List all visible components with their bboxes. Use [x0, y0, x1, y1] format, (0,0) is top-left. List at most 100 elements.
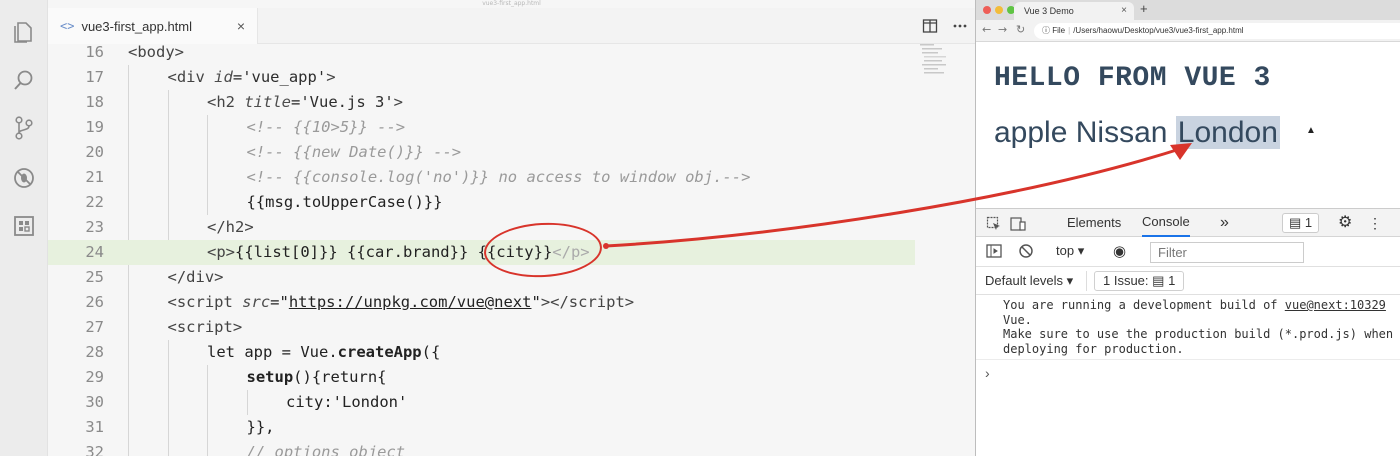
code-line[interactable]: 29 setup(){return{	[48, 365, 915, 390]
line-number: 32	[85, 443, 104, 456]
editor-tab[interactable]: <> vue3-first_app.html ×	[48, 8, 258, 44]
levels-dropdown[interactable]: Default levels ▾	[985, 273, 1073, 289]
line-number: 18	[85, 93, 104, 111]
code-line[interactable]: 32 // options object	[48, 440, 915, 456]
source-control-icon[interactable]	[10, 114, 38, 142]
code-line[interactable]: 26 <script src="https://unpkg.com/vue@nex…	[48, 290, 915, 315]
close-window-button[interactable]	[983, 6, 991, 14]
split-editor-icon[interactable]	[922, 18, 938, 34]
code-text: <script src="https://unpkg.com/vue@next"…	[167, 293, 635, 311]
more-tabs-icon[interactable]: »	[1220, 209, 1229, 237]
console-levels-bar: Default levels ▾ 1 Issue: ▤ 1	[976, 267, 1400, 295]
code-line[interactable]: 16 <body>	[48, 40, 915, 65]
code-text: </div>	[167, 268, 224, 286]
line-number: 24	[85, 243, 104, 261]
reload-icon[interactable]: ↻	[1016, 23, 1025, 36]
tab-elements[interactable]: Elements	[1067, 209, 1121, 237]
browser-toolbar: ← → ↻ ⓘ File |/Users/haowu/Desktop/vue3/v…	[976, 20, 1400, 42]
browser-tab[interactable]: Vue 3 Demo ×	[1014, 2, 1134, 20]
code-line[interactable]: 24 <p>{{list[0]}} {{car.brand}} {{city}}<…	[48, 240, 915, 265]
line-number: 17	[85, 68, 104, 86]
url-scheme: File	[1052, 26, 1066, 35]
search-icon[interactable]	[10, 66, 38, 94]
code-text: <div id='vue_app'>	[167, 68, 336, 86]
inspect-element-icon[interactable]	[986, 209, 1002, 237]
code-text: <!-- {{10>5}} -->	[246, 118, 406, 136]
line-number: 28	[85, 343, 104, 361]
code-line[interactable]: 19 <!-- {{10>5}} -->	[48, 115, 915, 140]
browser-tab-title: Vue 3 Demo	[1024, 6, 1074, 16]
console-message-line: You are running a development build of	[1003, 298, 1285, 312]
clear-console-icon[interactable]	[1018, 243, 1034, 262]
code-line[interactable]: 22 {{msg.toUpperCase()}}	[48, 190, 915, 215]
editor-tab-bar: <> vue3-first_app.html ×	[48, 8, 975, 44]
code-line[interactable]: 21 <!-- {{console.log('no')}} no access t…	[48, 165, 915, 190]
code-text: <!-- {{new Date()}} -->	[246, 143, 462, 161]
new-tab-button[interactable]: +	[1140, 1, 1148, 16]
context-selector[interactable]: top ▾	[1056, 243, 1084, 259]
console-prompt[interactable]: ›	[985, 365, 990, 381]
code-line[interactable]: 17 <div id='vue_app'>	[48, 65, 915, 90]
code-text: // options object	[246, 443, 406, 456]
code-line[interactable]: 28 let app = Vue.createApp({	[48, 340, 915, 365]
code-line[interactable]: 31}},	[48, 415, 915, 440]
editor-tab-label: vue3-first_app.html	[81, 18, 193, 34]
code-text: setup(){return{	[246, 368, 387, 386]
debug-icon[interactable]	[10, 164, 38, 192]
console-message-line: Vue.	[1003, 312, 1032, 327]
device-toolbar-icon[interactable]	[1010, 209, 1026, 237]
page-para-text: apple Nissan	[994, 116, 1176, 149]
tab-console[interactable]: Console	[1142, 209, 1190, 237]
devtools-tabbar: Elements Console » ▤ 1 ⚙ ⋮	[976, 209, 1400, 237]
issues-button-label: 1 Issue:	[1103, 273, 1149, 288]
code-line[interactable]: 20 <!-- {{new Date()}} -->	[48, 140, 915, 165]
sidebar-toggle-icon[interactable]	[986, 243, 1002, 262]
code-text: <body>	[128, 43, 184, 61]
line-number: 31	[85, 418, 104, 436]
line-number: 22	[85, 193, 104, 211]
info-icon: ⓘ	[1042, 26, 1050, 35]
code-text: <h2 title='Vue.js 3'>	[207, 93, 404, 111]
browser-window: Vue 3 Demo × + ← → ↻ ⓘ File |/Users/haowu…	[975, 0, 1400, 456]
line-number: 30	[85, 393, 104, 411]
filter-input[interactable]: Filter	[1150, 242, 1304, 263]
settings-gear-icon[interactable]: ⚙	[1338, 209, 1352, 237]
eye-icon[interactable]: ◉	[1113, 242, 1126, 260]
page-paragraph: apple Nissan London	[994, 114, 1280, 152]
console-message: You are running a development build of v…	[976, 298, 1400, 360]
mouse-cursor-icon: ▲	[1306, 125, 1316, 136]
line-number: 16	[85, 43, 104, 61]
devtools-panel: Elements Console » ▤ 1 ⚙ ⋮ top ▾ ◉ Filte…	[976, 208, 1400, 456]
message-icon: ▤	[1289, 215, 1302, 230]
kebab-menu-icon[interactable]: ⋮	[1368, 209, 1382, 237]
divider	[1086, 271, 1087, 291]
back-icon[interactable]: ←	[982, 23, 991, 36]
browser-titlebar: Vue 3 Demo × +	[976, 0, 1400, 20]
console-source-link[interactable]: vue@next:10329	[1285, 298, 1386, 312]
code-line[interactable]: 23 </h2>	[48, 215, 915, 240]
line-number: 20	[85, 143, 104, 161]
window-title: vue3-first_app.html	[482, 0, 541, 7]
levels-label: Default levels	[985, 273, 1064, 288]
code-line[interactable]: 30 city:'London'	[48, 390, 915, 415]
issues-badge[interactable]: ▤ 1	[1282, 213, 1320, 233]
activity-bar	[0, 0, 48, 456]
console-toolbar: top ▾ ◉ Filter	[976, 237, 1400, 267]
console-message-line: Make sure to use the production build (*…	[1003, 327, 1394, 341]
close-icon[interactable]: ×	[237, 18, 245, 34]
code-line[interactable]: 18 <h2 title='Vue.js 3'>	[48, 90, 915, 115]
minimize-window-button[interactable]	[995, 6, 1003, 14]
files-icon[interactable]	[10, 18, 38, 46]
close-tab-icon[interactable]: ×	[1121, 2, 1127, 20]
minimap[interactable]	[918, 42, 948, 82]
address-bar[interactable]: ⓘ File |/Users/haowu/Desktop/vue3/vue3-fi…	[1034, 23, 1400, 39]
code-text: <script>	[167, 318, 243, 336]
issues-button[interactable]: 1 Issue: ▤ 1	[1094, 271, 1185, 291]
extensions-icon[interactable]	[10, 212, 38, 240]
issues-button-count: 1	[1168, 273, 1176, 288]
more-actions-icon[interactable]	[952, 18, 968, 34]
code-line[interactable]: 25 </div>	[48, 265, 915, 290]
forward-icon[interactable]: →	[998, 23, 1007, 36]
line-number: 26	[85, 293, 104, 311]
code-line[interactable]: 27 <script>	[48, 315, 915, 340]
